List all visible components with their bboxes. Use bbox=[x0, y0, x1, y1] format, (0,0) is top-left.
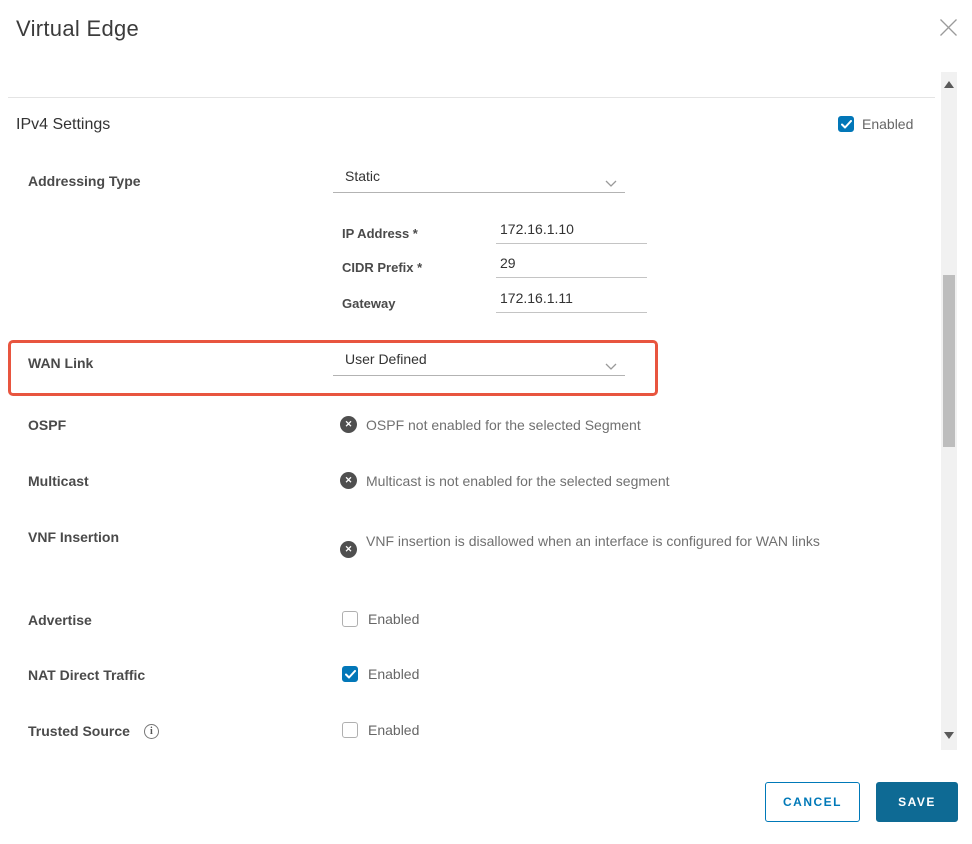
addressing-type-value: Static bbox=[345, 168, 381, 184]
close-button[interactable] bbox=[936, 18, 960, 42]
nat-direct-traffic-checkbox[interactable] bbox=[342, 666, 358, 682]
addressing-type-select[interactable]: Static bbox=[333, 165, 625, 193]
scrollbar-thumb[interactable] bbox=[943, 275, 955, 447]
header-divider bbox=[8, 97, 935, 98]
dialog-title: Virtual Edge bbox=[16, 16, 140, 41]
close-icon bbox=[939, 18, 958, 42]
save-button[interactable]: SAVE bbox=[876, 782, 958, 822]
check-icon bbox=[344, 669, 356, 678]
cidr-prefix-input[interactable] bbox=[496, 255, 647, 278]
trusted-source-label: Trusted Source bbox=[28, 723, 130, 739]
ipv4-enabled-label: Enabled bbox=[862, 116, 914, 132]
chevron-down-icon bbox=[605, 357, 617, 375]
nat-direct-traffic-label: NAT Direct Traffic bbox=[28, 667, 146, 683]
multicast-status-text: Multicast is not enabled for the selecte… bbox=[366, 473, 670, 489]
cidr-prefix-label: CIDR Prefix * bbox=[342, 260, 423, 275]
scroll-down-icon[interactable] bbox=[944, 732, 954, 739]
gateway-input[interactable] bbox=[496, 290, 647, 313]
multicast-disabled-icon: ✕ bbox=[340, 472, 357, 489]
chevron-down-icon bbox=[605, 174, 617, 192]
virtual-edge-dialog: Virtual Edge IPv4 Settings Enabled Addre… bbox=[0, 0, 972, 844]
info-icon[interactable] bbox=[143, 723, 159, 739]
ip-address-label: IP Address * bbox=[342, 226, 418, 241]
ipv4-enabled-checkbox[interactable] bbox=[838, 116, 854, 132]
addressing-type-label: Addressing Type bbox=[28, 173, 141, 189]
wan-link-select[interactable]: User Defined bbox=[333, 348, 625, 376]
trusted-source-label-group: Trusted Source bbox=[28, 723, 159, 739]
advertise-checkbox-label: Enabled bbox=[368, 611, 420, 627]
gateway-label: Gateway bbox=[342, 296, 396, 311]
vnf-insertion-label: VNF Insertion bbox=[28, 529, 120, 545]
ip-address-input[interactable] bbox=[496, 221, 647, 244]
advertise-enabled-group: Enabled bbox=[342, 611, 419, 627]
cancel-button[interactable]: CANCEL bbox=[765, 782, 860, 822]
vnf-status-text: VNF insertion is disallowed when an inte… bbox=[366, 533, 820, 549]
section-title: IPv4 Settings bbox=[16, 116, 111, 133]
nat-enabled-group: Enabled bbox=[342, 666, 419, 682]
trusted-source-enabled-group: Enabled bbox=[342, 722, 419, 738]
wan-link-value: User Defined bbox=[345, 351, 427, 367]
scroll-up-icon[interactable] bbox=[944, 81, 954, 88]
ospf-label: OSPF bbox=[28, 417, 67, 433]
ospf-disabled-icon: ✕ bbox=[340, 416, 357, 433]
advertise-checkbox[interactable] bbox=[342, 611, 358, 627]
trusted-source-checkbox[interactable] bbox=[342, 722, 358, 738]
vertical-scrollbar[interactable] bbox=[941, 72, 957, 750]
trusted-source-checkbox-label: Enabled bbox=[368, 722, 420, 738]
nat-checkbox-label: Enabled bbox=[368, 666, 420, 682]
advertise-label: Advertise bbox=[28, 612, 92, 628]
wan-link-label: WAN Link bbox=[28, 355, 94, 371]
ipv4-enabled-group: Enabled bbox=[838, 116, 913, 132]
check-icon bbox=[840, 119, 852, 128]
vnf-disabled-icon: ✕ bbox=[340, 541, 357, 558]
multicast-label: Multicast bbox=[28, 473, 89, 489]
ospf-status-text: OSPF not enabled for the selected Segmen… bbox=[366, 417, 641, 433]
